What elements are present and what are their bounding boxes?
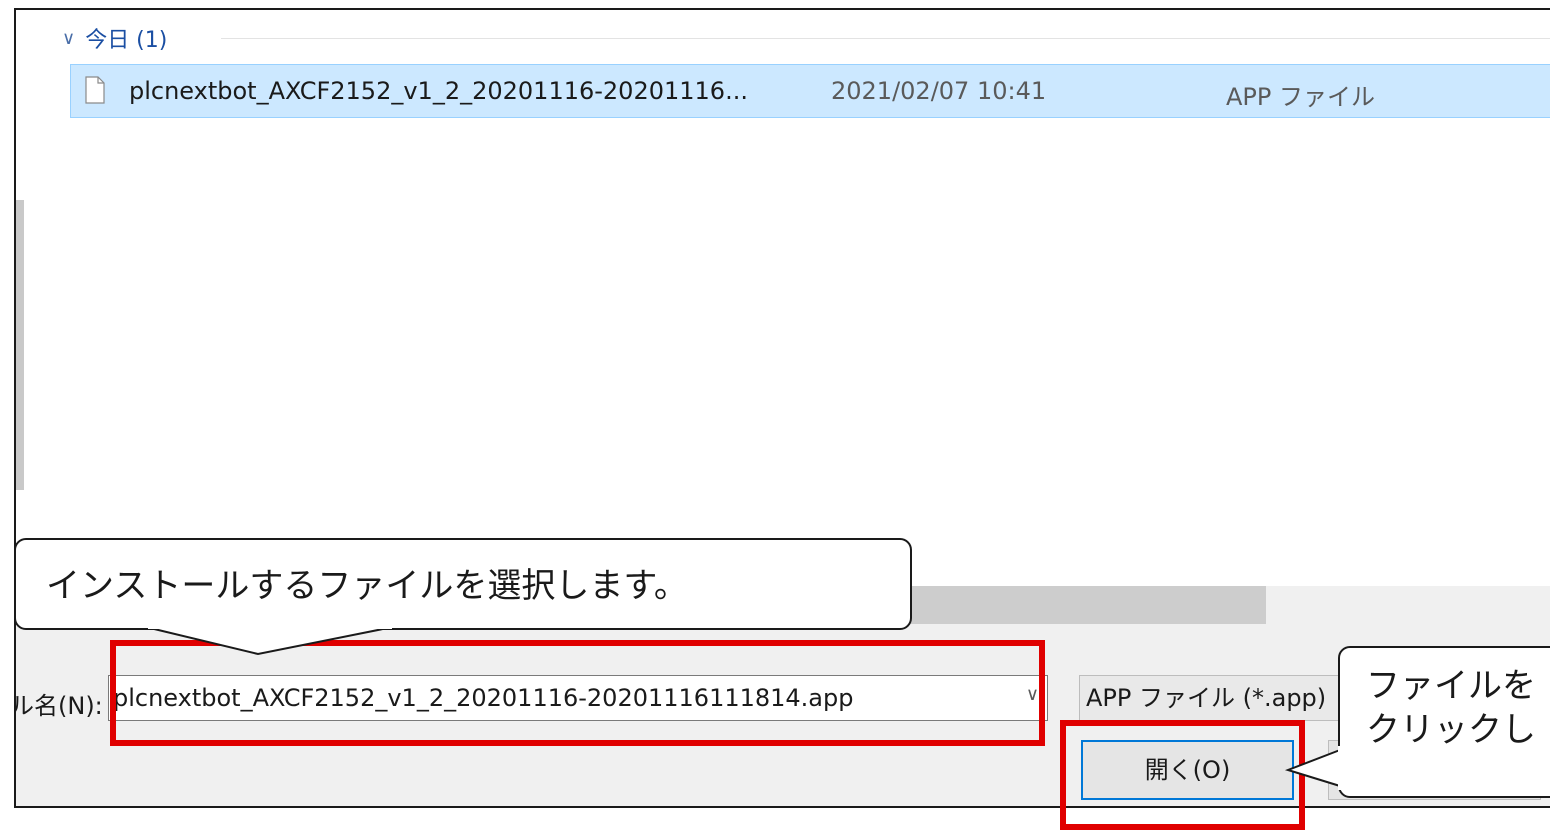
filename-label: ル名(N): (14, 692, 103, 720)
file-row-selected[interactable]: plcnextbot_AXCF2152_v1_2_20201116-202011… (70, 64, 1550, 118)
group-divider (221, 38, 1550, 39)
file-name: plcnextbot_AXCF2152_v1_2_20201116-202011… (129, 77, 748, 105)
filetype-dropdown[interactable]: APP ファイル (*.app) (1079, 675, 1339, 721)
chevron-down-icon: ∨ (62, 27, 76, 49)
document-icon (85, 76, 105, 104)
callout-click-open-tail (1284, 746, 1344, 790)
callout-click-open-line1: ファイルを (1366, 666, 1536, 706)
file-date-modified: 2021/02/07 10:41 (831, 77, 1047, 105)
callout-click-open: ファイルを クリックし (1338, 646, 1550, 798)
open-button-highlight-box (1060, 720, 1305, 830)
vertical-scrollbar-thumb[interactable] (16, 200, 24, 490)
callout-click-open-line2: クリックし (1366, 710, 1536, 750)
group-header-label: 今日 (1) (85, 28, 168, 53)
callout-select-file-text: インストールするファイルを選択します。 (46, 566, 688, 606)
callout-select-file-tail (148, 624, 392, 656)
group-header-today[interactable]: ∨ 今日 (1) (62, 22, 167, 54)
file-type: APP ファイル (1226, 83, 1375, 111)
callout-select-file: インストールするファイルを選択します。 (14, 538, 912, 630)
vertical-scrollbar[interactable] (16, 10, 24, 610)
